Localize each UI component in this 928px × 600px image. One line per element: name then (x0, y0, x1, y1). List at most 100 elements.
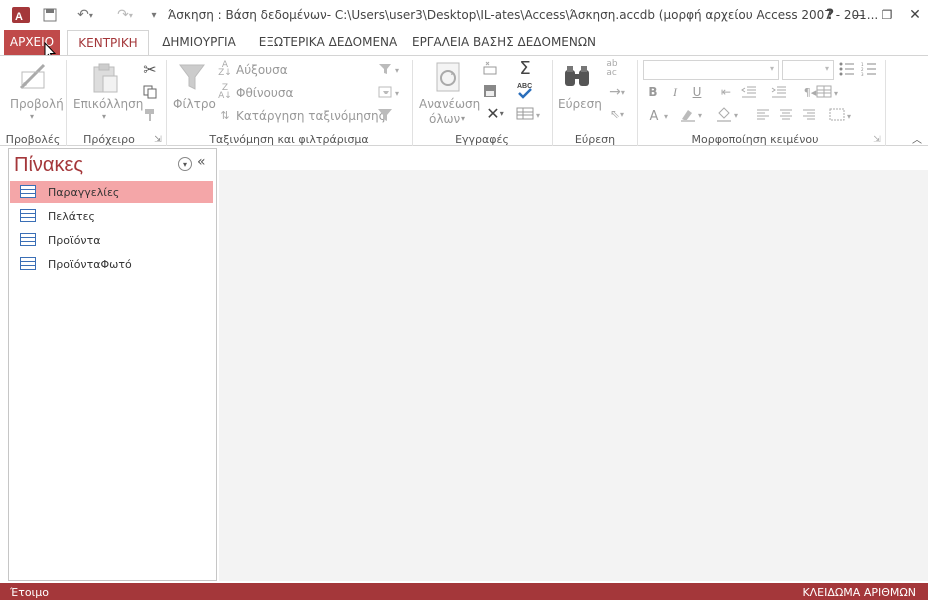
separator (637, 60, 638, 146)
bullets-icon[interactable] (838, 60, 856, 78)
go-to-icon[interactable]: → ▾ (602, 84, 632, 100)
svg-text:▾: ▾ (834, 89, 838, 98)
refresh-dropdown-icon[interactable]: ▾ (461, 114, 465, 123)
help-button[interactable]: ? (820, 5, 840, 25)
clipboard-launcher-icon[interactable]: ⇲ (152, 134, 164, 146)
alternate-row-color-icon[interactable]: ▾ (828, 106, 858, 124)
more-records-icon[interactable]: ▾ (515, 106, 545, 122)
sort-descending-icon[interactable]: Z A↓ (217, 83, 233, 101)
totals-icon[interactable]: Σ (515, 58, 535, 79)
minimize-button[interactable]: — (846, 5, 872, 25)
paste-icon[interactable] (88, 61, 122, 95)
view-icon[interactable] (16, 61, 52, 93)
collapse-ribbon-icon[interactable]: ︿ (910, 132, 924, 146)
redo-icon[interactable]: ↷ ▾ (110, 5, 140, 25)
group-label-views: Προβολές (5, 133, 61, 146)
sort-ascending-icon[interactable]: A Z↓ (217, 60, 233, 78)
copy-icon[interactable] (141, 83, 159, 101)
format-launcher-icon[interactable]: ⇲ (871, 134, 883, 146)
separator (166, 60, 167, 146)
toggle-filter-icon[interactable] (376, 107, 394, 123)
select-icon[interactable]: ⇖ ▾ (602, 106, 632, 122)
replace-icon[interactable]: ab ac (602, 60, 622, 78)
filter-button[interactable]: Φίλτρο (173, 97, 216, 111)
font-size-select[interactable]: ▾ (782, 60, 834, 80)
save-record-icon[interactable] (482, 83, 498, 99)
save-icon[interactable] (40, 5, 60, 25)
italic-button[interactable]: I (667, 83, 683, 101)
separator (412, 60, 413, 146)
undo-icon[interactable]: ↶ ▾ (70, 5, 100, 25)
access-logo-icon[interactable]: A (10, 5, 32, 25)
nav-pane-title[interactable]: Πίνακες (14, 154, 83, 177)
separator (66, 60, 67, 146)
restore-button[interactable]: ❐ (874, 5, 900, 25)
find-icon[interactable] (562, 62, 592, 92)
list-item-table-orders[interactable]: Παραγγελίες (10, 181, 213, 203)
align-center-icon[interactable] (778, 107, 794, 123)
remove-sort-button[interactable]: Κατάργηση ταξινόμησης (236, 109, 386, 123)
refresh-all-button[interactable]: Ανανέωση (419, 97, 480, 111)
table-icon (20, 209, 36, 222)
tab-home[interactable]: ΚΕΝΤΡΙΚΗ (67, 30, 149, 56)
view-dropdown-icon[interactable]: ▾ (30, 112, 34, 121)
group-label-find: Εύρεση (574, 133, 616, 146)
tab-external-data[interactable]: ΕΞΩΤΕΡΙΚΑ ΔΕΔΟΜΕΝΑ (255, 30, 401, 55)
advanced-filter-icon[interactable]: ▾ (376, 84, 406, 100)
font-color-dropdown-icon[interactable]: ▾ (662, 109, 670, 123)
list-item-table-products[interactable]: Προϊόντα (10, 229, 213, 251)
refresh-all-button-line2[interactable]: όλων (429, 112, 460, 126)
sort-ascending-button[interactable]: Αύξουσα (236, 63, 288, 77)
bold-button[interactable]: B (645, 83, 661, 101)
window-title: Άσκηση : Βάση δεδομένων- C:\Users\user3\… (168, 8, 879, 22)
svg-text:3: 3 (861, 72, 864, 76)
close-button[interactable]: ✕ (902, 5, 928, 25)
font-color-button[interactable]: A (646, 107, 662, 125)
indent-decrease-icon[interactable] (740, 83, 758, 101)
group-label-text-formatting: Μορφοποίηση κειμένου (691, 133, 819, 146)
table-icon (20, 185, 36, 198)
list-item-label: Παραγγελίες (48, 185, 120, 199)
underline-button[interactable]: U (689, 83, 705, 101)
font-name-select[interactable]: ▾ (643, 60, 779, 80)
spelling-icon[interactable]: ABC (515, 80, 535, 100)
view-button[interactable]: Προβολή (10, 97, 64, 111)
navigation-pane: Πίνακες ▾ « Παραγγελίες Πελάτες Προϊόντα… (8, 148, 217, 581)
delete-record-icon[interactable]: ✕ ▾ (480, 104, 510, 123)
align-left-icon[interactable] (755, 107, 771, 123)
highlight-icon[interactable]: ▾ (678, 106, 708, 124)
align-right-icon[interactable] (801, 107, 817, 123)
nav-pane-menu-icon[interactable]: ▾ (178, 157, 192, 171)
paste-button[interactable]: Επικόλληση (73, 97, 143, 111)
svg-text:▾: ▾ (847, 112, 851, 121)
format-painter-icon[interactable] (141, 106, 159, 124)
indent-increase-icon[interactable] (770, 83, 788, 101)
numbering-icon[interactable]: 123 (860, 60, 878, 78)
table-icon (20, 233, 36, 246)
title-bar: A ↶ ▾ ↷ ▾ ▾ Άσκηση : Βάση δεδομένων- C:\Us… (0, 0, 928, 30)
separator (885, 60, 886, 146)
gridlines-icon[interactable]: ▾ (815, 83, 845, 101)
tab-database-tools[interactable]: ΕΡΓΑΛΕΙΑ ΒΑΣΗΣ ΔΕΔΟΜΕΝΩΝ (410, 30, 598, 55)
cut-icon[interactable]: ✂ (141, 60, 159, 79)
text-highlight-icon[interactable]: ⇤ (716, 83, 736, 101)
list-item-table-customers[interactable]: Πελάτες (10, 205, 213, 227)
remove-sort-icon[interactable]: ⇅ (217, 106, 233, 124)
filter-icon[interactable] (176, 61, 208, 93)
tab-create[interactable]: ΔΗΜΙΟΥΡΓΙΑ (158, 30, 240, 55)
list-item-table-products-photo[interactable]: ΠροϊόνταΦωτό (10, 253, 213, 275)
table-icon (20, 257, 36, 270)
status-bar: Έτοιμο ΚΛΕΙΔΩΜΑ ΑΡΙΘΜΩΝ (0, 583, 928, 600)
find-button[interactable]: Εύρεση (558, 97, 602, 111)
list-item-label: ΠροϊόνταΦωτό (48, 257, 132, 271)
selection-filter-icon[interactable]: ▾ (376, 61, 406, 77)
fill-color-icon[interactable]: ▾ (714, 106, 744, 124)
workspace-top-band (219, 148, 928, 170)
chevron-down-icon: ▾ (769, 64, 774, 73)
new-record-icon[interactable] (482, 60, 498, 76)
sort-descending-button[interactable]: Φθίνουσα (236, 86, 293, 100)
paste-dropdown-icon[interactable]: ▾ (102, 112, 106, 121)
shutter-bar-close-icon[interactable]: « (197, 154, 211, 170)
refresh-all-icon[interactable] (432, 60, 464, 94)
customize-quick-access-icon[interactable]: ▾ (146, 5, 162, 25)
